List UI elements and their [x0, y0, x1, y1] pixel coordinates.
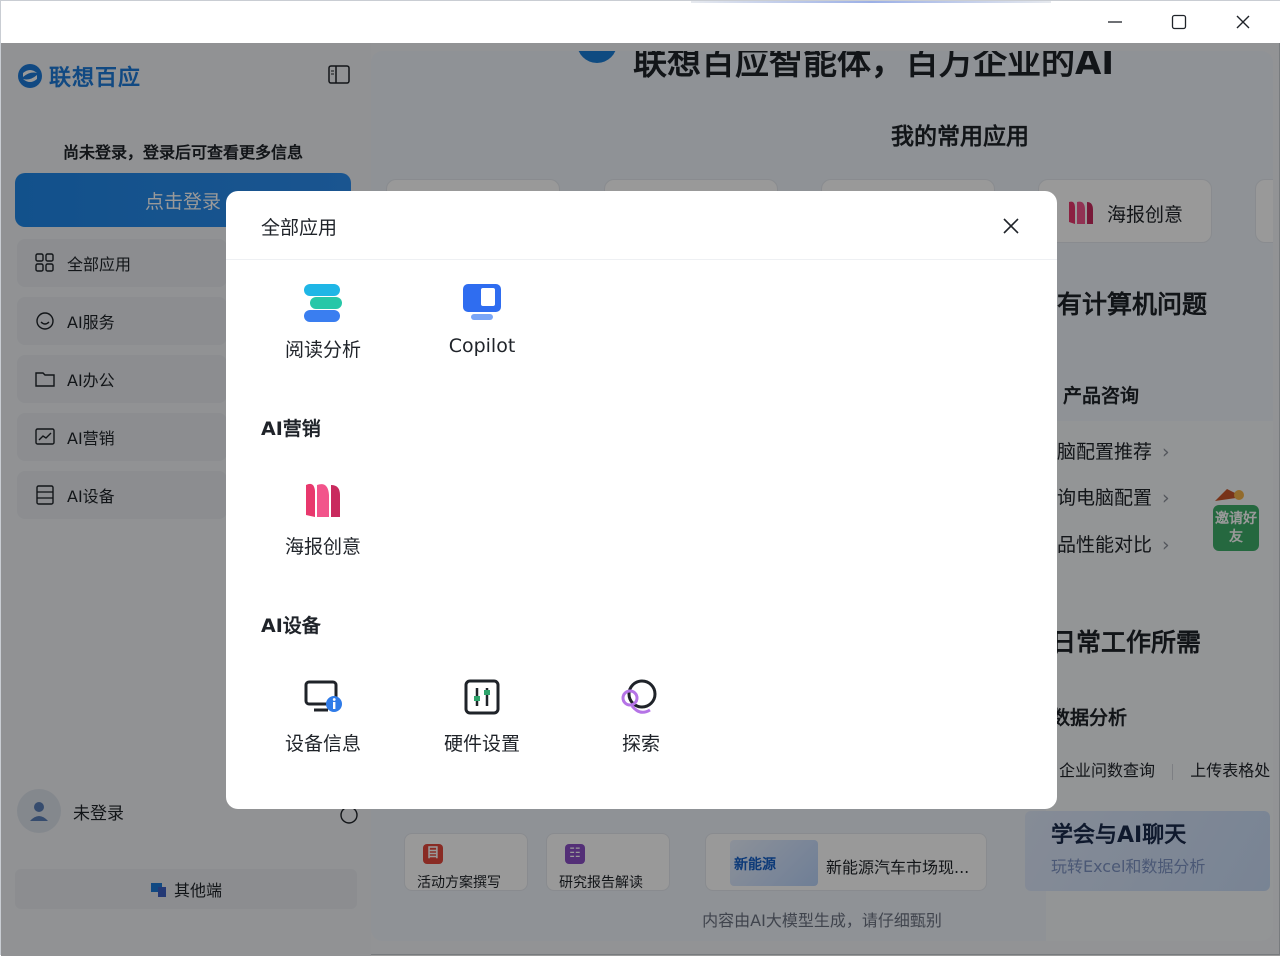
- explore-icon: [619, 675, 663, 719]
- modal-header: 全部应用: [226, 191, 1057, 260]
- app-copilot[interactable]: Copilot: [422, 275, 542, 375]
- hardware-settings-icon: [460, 675, 504, 719]
- app-label: Copilot: [448, 335, 516, 357]
- all-apps-modal: 全部应用 阅读分析 Copilot AI营销 海报创意 AI设备 设备信息 硬件…: [226, 191, 1057, 809]
- group-title-device: AI设备: [261, 615, 321, 637]
- poster-icon: [301, 478, 345, 522]
- app-label: 硬件设置: [443, 733, 520, 755]
- app-label: 阅读分析: [284, 339, 361, 361]
- app-label: 海报创意: [284, 536, 361, 558]
- copilot-icon: [460, 281, 504, 325]
- minimize-button[interactable]: [1083, 1, 1147, 43]
- app-label: 探索: [621, 733, 660, 755]
- app-reading-analysis[interactable]: 阅读分析: [263, 275, 383, 375]
- app-label: 设备信息: [284, 733, 361, 755]
- app-device-info[interactable]: 设备信息: [263, 669, 383, 769]
- app-window: 联想百应 尚未登录，登录后可查看更多信息 点击登录 全部应用 AI服务 AI办公…: [0, 0, 1280, 956]
- app-poster[interactable]: 海报创意: [263, 472, 383, 572]
- reading-analysis-icon: [301, 281, 345, 325]
- modal-close-button[interactable]: [996, 211, 1026, 241]
- title-bar: [1, 1, 1280, 43]
- minimize-icon: [1108, 21, 1122, 23]
- device-info-icon: [301, 675, 345, 719]
- maximize-button[interactable]: [1147, 1, 1211, 43]
- modal-title: 全部应用: [261, 217, 338, 239]
- app-hardware-settings[interactable]: 硬件设置: [422, 669, 542, 769]
- title-accent: [691, 1, 1051, 3]
- window-close-button[interactable]: [1211, 1, 1275, 43]
- group-title-marketing: AI营销: [261, 418, 321, 440]
- maximize-icon: [1171, 14, 1187, 30]
- close-icon: [1003, 218, 1019, 234]
- close-icon: [1236, 15, 1250, 29]
- app-explore[interactable]: 探索: [581, 669, 701, 769]
